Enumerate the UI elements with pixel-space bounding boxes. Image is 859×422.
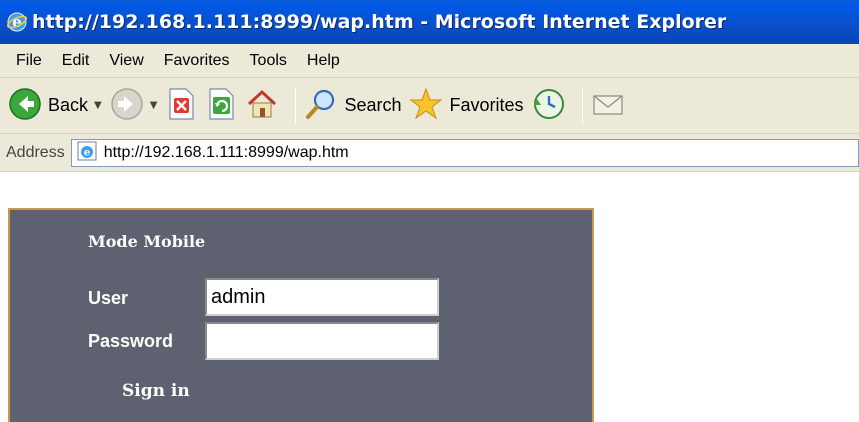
login-panel: Mode Mobile User Password Sign in [8,208,594,422]
home-button[interactable] [245,87,279,125]
history-icon [532,87,566,125]
favorites-star-icon [409,87,443,125]
history-button[interactable] [532,87,566,125]
search-label: Search [344,95,402,115]
window-titlebar: e http://192.168.1.111:8999/wap.htm - Mi… [0,0,859,44]
stop-icon [165,87,197,125]
search-button[interactable]: Search [304,87,401,125]
mode-title: Mode Mobile [88,232,206,251]
user-label: User [88,288,129,308]
address-url: http://192.168.1.111:8999/wap.htm [103,143,349,161]
menu-edit[interactable]: Edit [52,52,100,70]
stop-button[interactable] [165,87,197,125]
window-title: http://192.168.1.111:8999/wap.htm - Micr… [32,11,727,33]
menu-favorites[interactable]: Favorites [154,52,240,70]
forward-dropdown-icon[interactable]: ▼ [150,100,158,111]
search-icon [304,87,338,125]
refresh-button[interactable] [205,87,237,125]
back-button[interactable]: Back ▼ [8,87,102,125]
address-label: Address [6,143,65,161]
password-input[interactable] [205,322,439,360]
forward-button[interactable]: ▼ [110,87,158,125]
mail-icon [591,87,625,125]
user-input[interactable] [205,278,439,316]
password-label: Password [88,331,174,351]
back-dropdown-icon[interactable]: ▼ [94,100,102,111]
menu-file[interactable]: File [6,52,52,70]
svg-text:e: e [12,13,22,31]
favorites-label: Favorites [449,95,524,115]
menu-tools[interactable]: Tools [240,52,297,70]
page-content: Mode Mobile User Password Sign in [0,172,859,422]
toolbar-separator [581,87,583,124]
svg-text:e: e [84,147,90,158]
back-arrow-icon [8,87,42,125]
forward-arrow-icon [110,87,144,125]
address-bar: Address e http://192.168.1.111:8999/wap.… [0,134,859,172]
menu-bar: File Edit View Favorites Tools Help [0,44,859,78]
toolbar-separator [295,87,297,124]
page-icon: e [76,140,98,166]
sign-in-link[interactable]: Sign in [122,381,190,401]
internet-explorer-icon: e [6,11,28,33]
menu-help[interactable]: Help [297,52,350,70]
refresh-icon [205,87,237,125]
toolbar: Back ▼ ▼ Search Favorites [0,78,859,134]
mail-button[interactable] [591,87,625,125]
favorites-button[interactable]: Favorites [409,87,524,125]
back-label: Back [48,95,89,115]
home-icon [245,87,279,125]
address-input[interactable]: e http://192.168.1.111:8999/wap.htm [70,138,859,167]
menu-view[interactable]: View [99,52,153,70]
